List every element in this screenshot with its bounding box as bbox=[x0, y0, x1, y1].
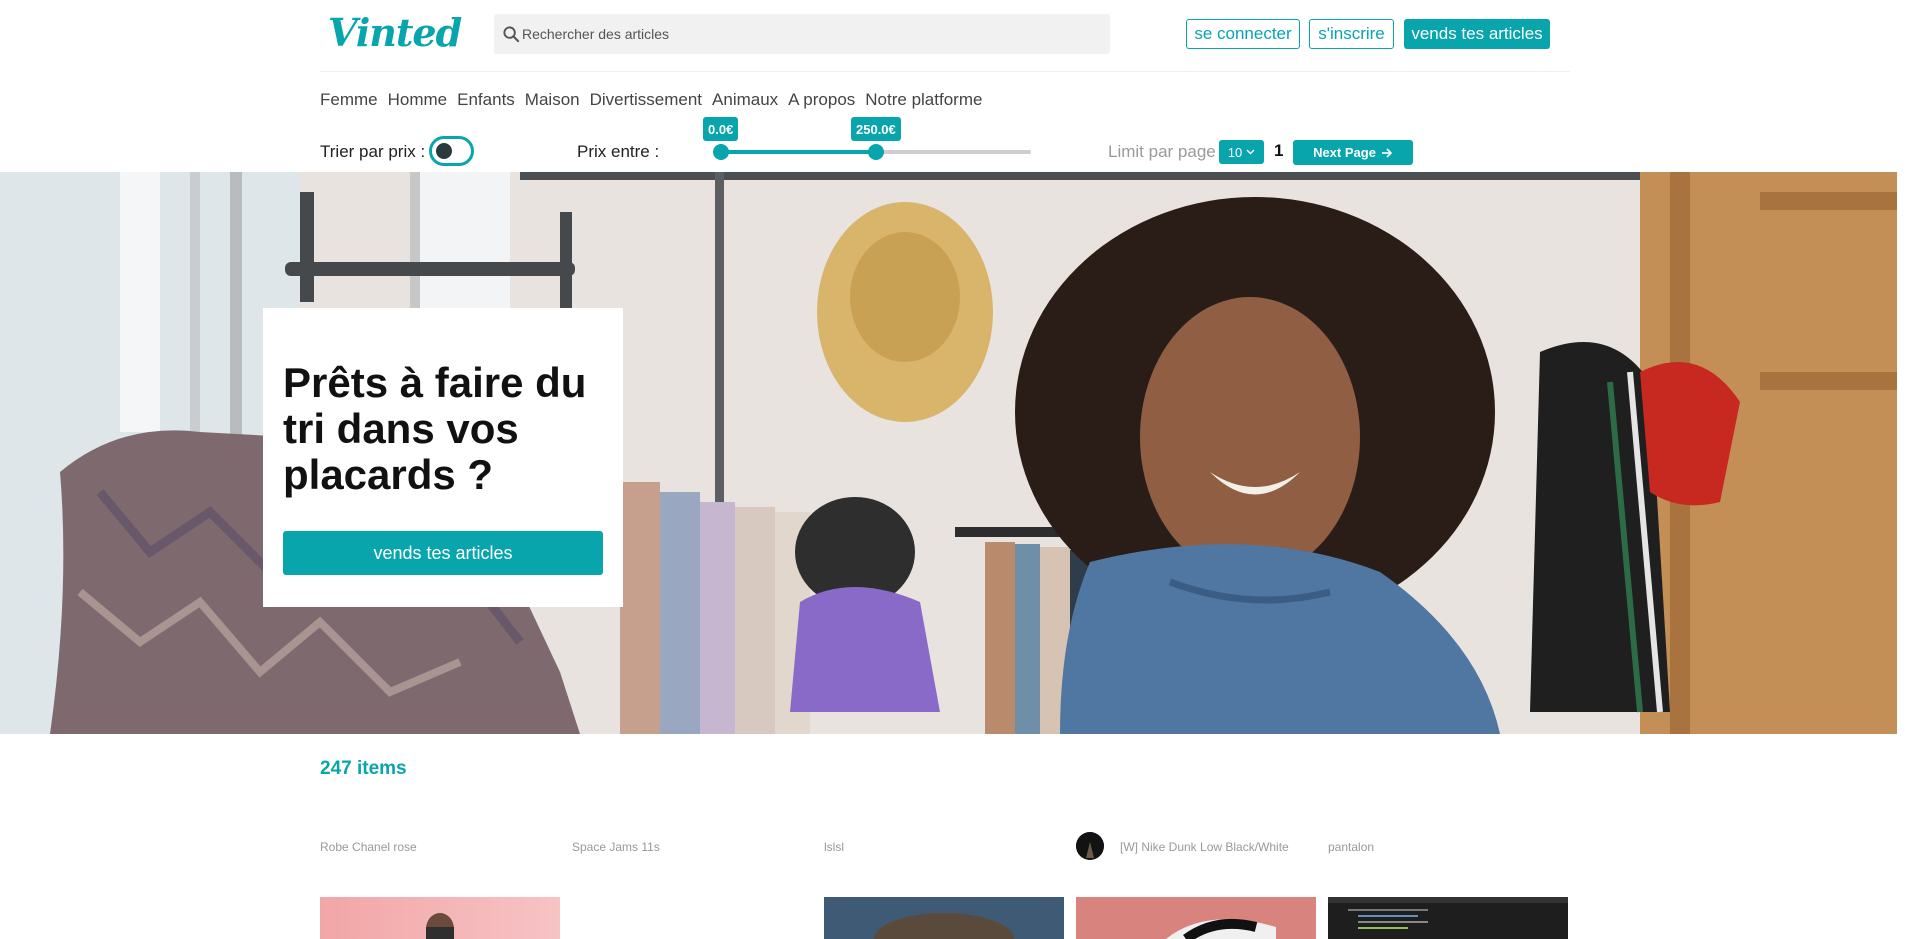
category-nav: Femme Homme Enfants Maison Divertissemen… bbox=[320, 90, 992, 114]
limit-value: 10 bbox=[1227, 144, 1243, 160]
price-max-tooltip: 250.0€ bbox=[851, 117, 901, 141]
seller-avatar[interactable] bbox=[1076, 832, 1104, 860]
price-slider-fill bbox=[720, 150, 877, 154]
price-min-tooltip: 0.0€ bbox=[703, 117, 739, 141]
search-bar[interactable] bbox=[494, 14, 1110, 54]
signup-button[interactable]: s'inscrire bbox=[1309, 19, 1394, 49]
hero-card: Prêts à faire du tri dans vos placards ?… bbox=[263, 308, 623, 607]
nav-item-enfants[interactable]: Enfants bbox=[457, 90, 515, 114]
item-image[interactable] bbox=[824, 897, 1064, 939]
current-page-number: 1 bbox=[1274, 141, 1284, 160]
nav-item-a-propos[interactable]: A propos bbox=[788, 90, 855, 114]
sort-by-price-toggle[interactable] bbox=[429, 136, 474, 166]
hero-sell-button[interactable]: vends tes articles bbox=[283, 531, 603, 575]
nav-item-animaux[interactable]: Animaux bbox=[712, 90, 778, 114]
nav-item-homme[interactable]: Homme bbox=[388, 90, 448, 114]
nav-item-divertissement[interactable]: Divertissement bbox=[590, 90, 702, 114]
next-page-button[interactable]: Next Page bbox=[1293, 140, 1413, 165]
item-image[interactable] bbox=[320, 897, 560, 939]
sort-by-price-label: Trier par prix : bbox=[320, 142, 426, 161]
header-divider bbox=[320, 71, 1570, 72]
toggle-knob bbox=[436, 143, 452, 159]
nav-item-maison[interactable]: Maison bbox=[525, 90, 580, 114]
item-title: Space Jams 11s bbox=[572, 840, 660, 854]
arrow-right-icon bbox=[1381, 147, 1393, 158]
vinted-logo[interactable]: Vinted bbox=[328, 10, 462, 55]
price-max-handle[interactable] bbox=[868, 144, 884, 160]
limit-per-page-label: Limit par page bbox=[1108, 142, 1216, 161]
limit-per-page-select[interactable]: 10 bbox=[1219, 140, 1264, 164]
login-button[interactable]: se connecter bbox=[1186, 19, 1300, 49]
header: Vinted se connecter s'inscrire vends tes… bbox=[0, 0, 1905, 72]
sell-items-button[interactable]: vends tes articles bbox=[1404, 19, 1550, 49]
nav-item-notre-platforme[interactable]: Notre platforme bbox=[865, 90, 982, 114]
nav-item-femme[interactable]: Femme bbox=[320, 90, 378, 114]
hero-title: Prêts à faire du tri dans vos placards ? bbox=[283, 359, 587, 498]
price-min-handle[interactable] bbox=[713, 144, 729, 160]
item-title: [W] Nike Dunk Low Black/White bbox=[1120, 840, 1289, 854]
item-image[interactable] bbox=[1076, 897, 1316, 939]
hero-banner: Prêts à faire du tri dans vos placards ?… bbox=[0, 172, 1897, 734]
search-icon bbox=[503, 26, 520, 43]
price-range-label: Prix entre : bbox=[577, 142, 660, 161]
item-title: pantalon bbox=[1328, 840, 1375, 854]
chevron-down-icon bbox=[1246, 149, 1255, 155]
item-title: Robe Chanel rose bbox=[320, 840, 417, 854]
item-title: lslsl bbox=[824, 840, 844, 854]
items-count: 247 items bbox=[320, 758, 407, 779]
item-image[interactable] bbox=[1328, 897, 1568, 939]
search-input[interactable] bbox=[522, 14, 1102, 54]
next-page-label: Next Page bbox=[1313, 145, 1376, 160]
